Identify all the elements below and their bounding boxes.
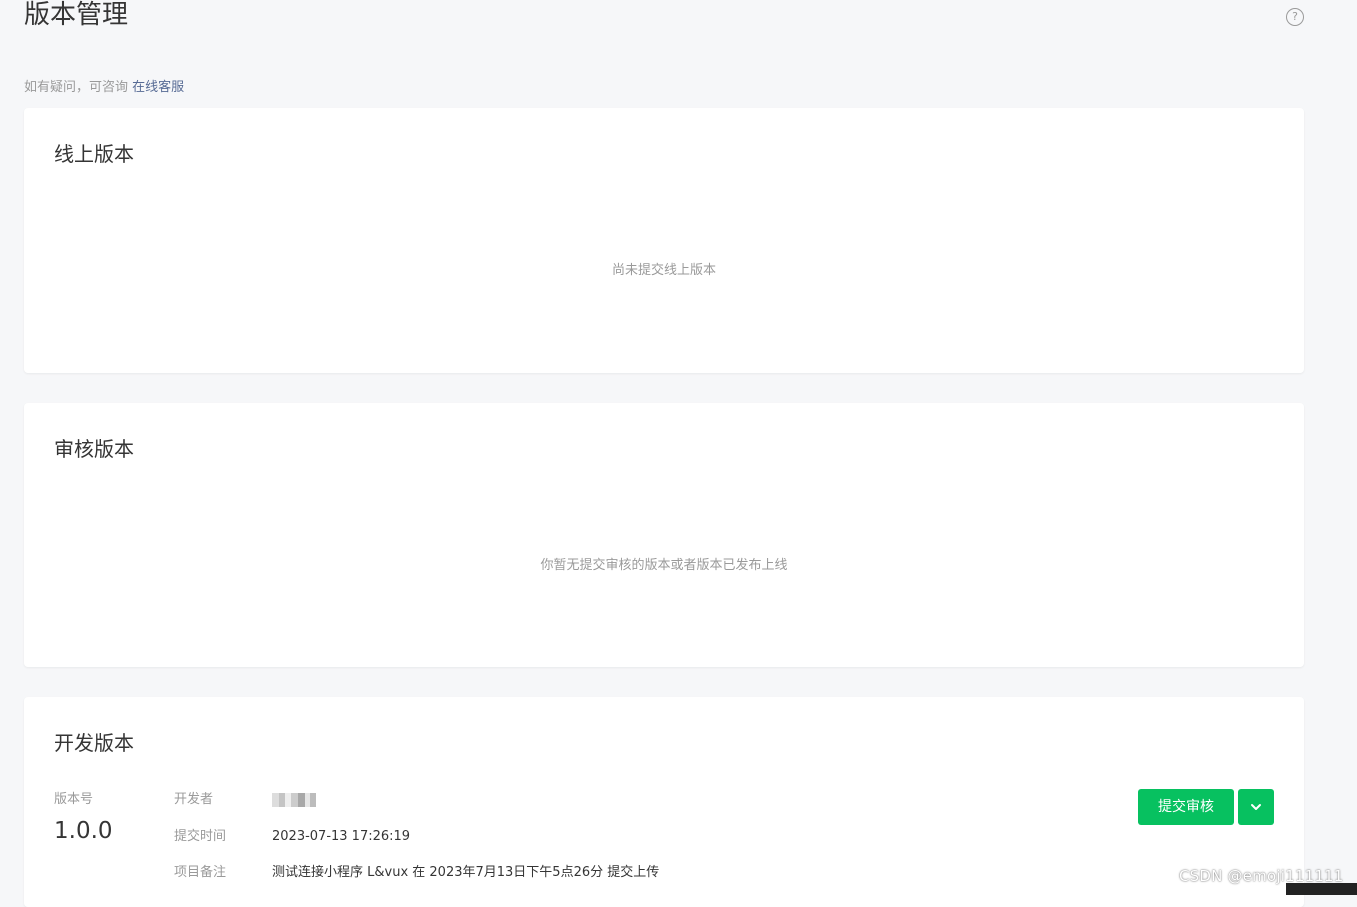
review-version-card: 审核版本 你暂无提交审核的版本或者版本已发布上线 (24, 403, 1304, 667)
corner-overlay-bar (1286, 883, 1357, 895)
review-version-empty-text: 你暂无提交审核的版本或者版本已发布上线 (540, 558, 788, 573)
review-version-title: 审核版本 (54, 437, 134, 461)
dev-version-card: 开发版本 版本号 1.0.0 开发者 提交时间 2023-07-13 17:26… (24, 697, 1304, 907)
support-hint-text: 如有疑问，可咨询 (24, 80, 133, 95)
submit-review-button[interactable]: 提交审核 (1138, 789, 1234, 825)
submit-time-label: 提交时间 (174, 829, 227, 844)
online-version-title: 线上版本 (54, 142, 134, 166)
support-hint: 如有疑问，可咨询 在线客服 (24, 79, 184, 97)
page-title: 版本管理 (24, 0, 129, 30)
submit-time-value: 2023-07-13 17:26:19 (272, 829, 411, 844)
developer-label: 开发者 (174, 792, 214, 807)
chevron-down-icon (1251, 804, 1261, 810)
online-version-card: 线上版本 尚未提交线上版本 (24, 108, 1304, 373)
remark-label: 项目备注 (174, 865, 227, 880)
dev-version-title: 开发版本 (54, 731, 134, 755)
remark-value: 测试连接小程序 L&vux 在 2023年7月13日下午5点26分 提交上传 (272, 865, 660, 880)
more-actions-dropdown-button[interactable] (1238, 789, 1274, 825)
developer-name-blurred (272, 793, 316, 807)
version-number: 1.0.0 (54, 818, 113, 844)
help-icon[interactable]: ? (1286, 8, 1304, 26)
online-version-empty-text: 尚未提交线上版本 (611, 263, 716, 278)
online-support-link[interactable]: 在线客服 (132, 80, 184, 95)
version-number-label: 版本号 (54, 792, 94, 807)
